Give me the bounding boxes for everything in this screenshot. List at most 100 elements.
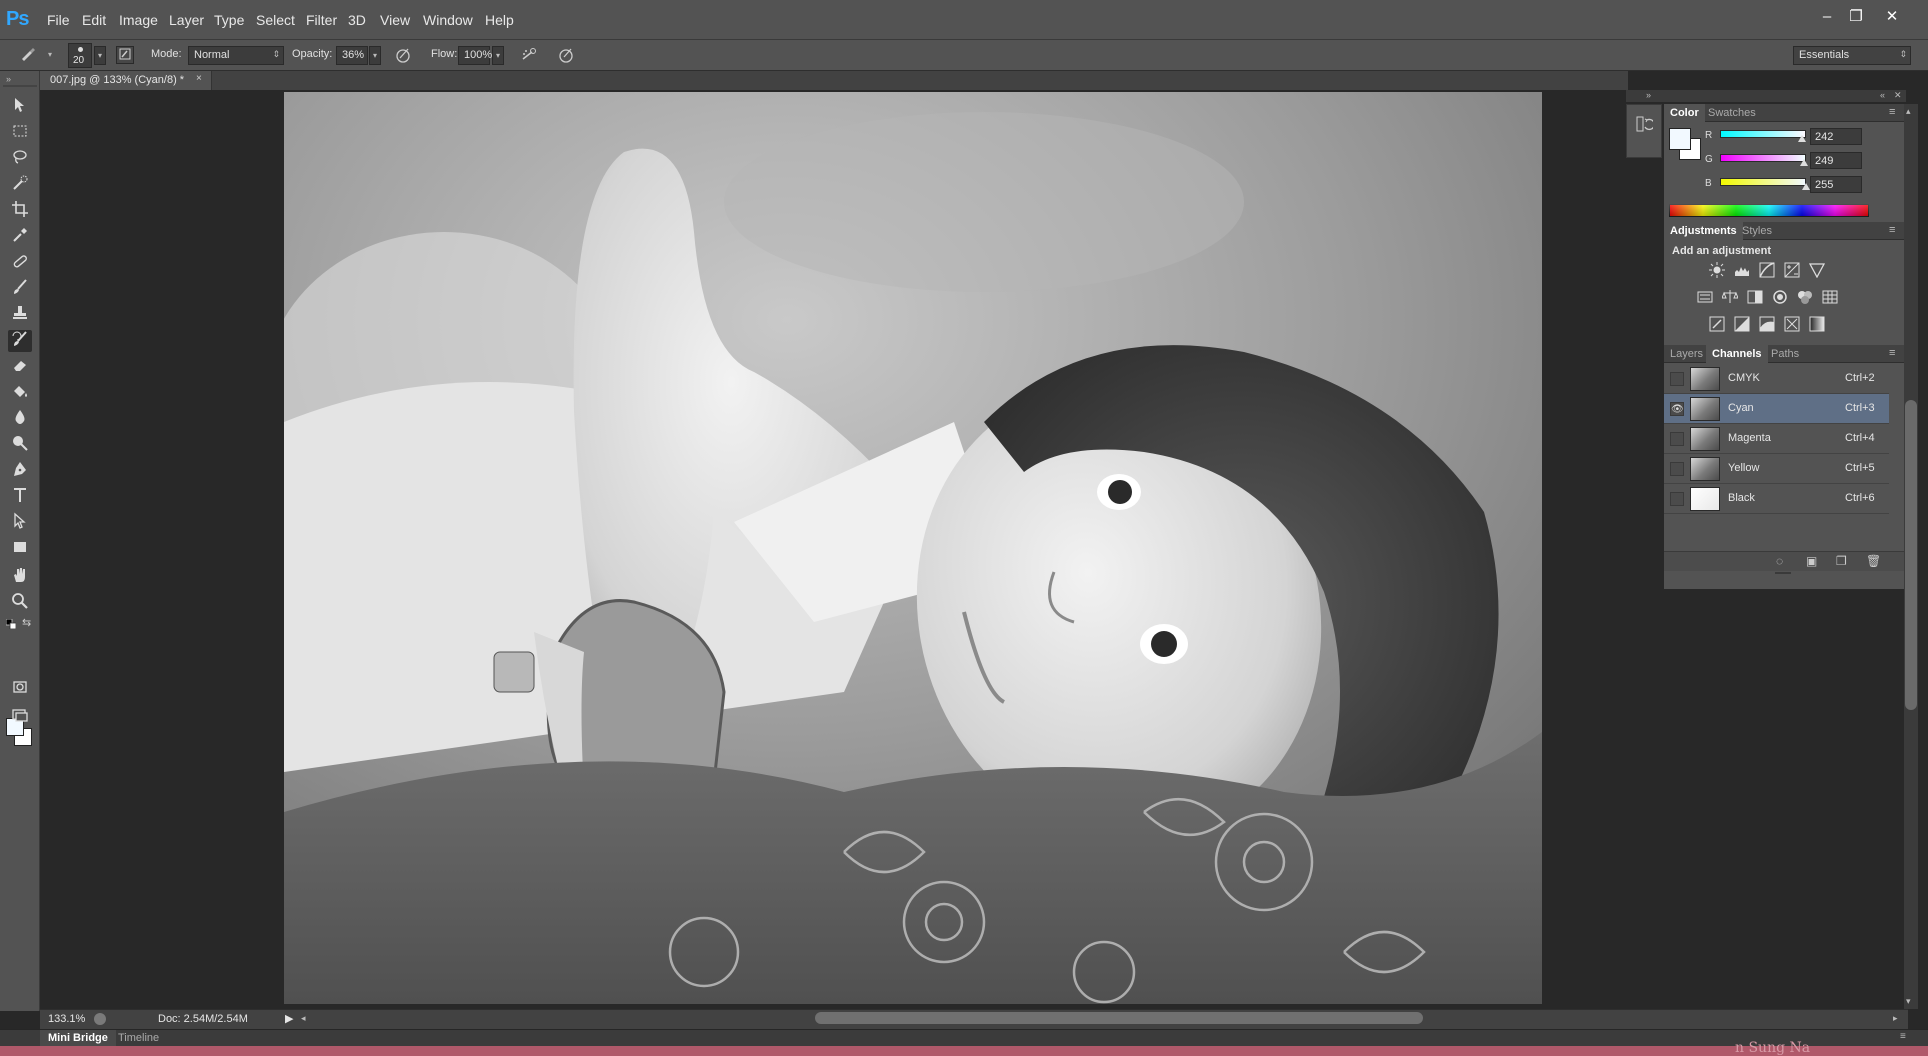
- visibility-eye-icon[interactable]: [1670, 492, 1684, 506]
- minimize-button[interactable]: –: [1815, 6, 1839, 28]
- brush-tool-icon[interactable]: [8, 278, 32, 300]
- exposure-icon[interactable]: [1781, 262, 1803, 282]
- menu-select[interactable]: Select: [256, 12, 295, 28]
- scroll-down-arrow-icon[interactable]: ▾: [1906, 996, 1911, 1007]
- vertical-scrollbar-thumb[interactable]: [1905, 400, 1917, 710]
- delete-channel-icon[interactable]: 🗑: [1866, 554, 1881, 568]
- tab-color[interactable]: Color: [1664, 104, 1705, 122]
- toolbox-grip[interactable]: [3, 85, 37, 87]
- brush-picker[interactable]: 20: [68, 43, 92, 68]
- quick-mask-icon[interactable]: [8, 678, 32, 700]
- mode-select[interactable]: Normal ⇕: [188, 46, 284, 65]
- tool-preset-dropdown-icon[interactable]: ▾: [44, 46, 56, 65]
- dock-collapse-icon[interactable]: »: [1646, 90, 1651, 100]
- type-tool-icon[interactable]: [8, 486, 32, 508]
- document-canvas[interactable]: [284, 92, 1542, 1004]
- pressure-size-icon[interactable]: [556, 46, 576, 66]
- red-value-field[interactable]: 242: [1810, 128, 1862, 145]
- screen-mode-icon[interactable]: [8, 706, 32, 728]
- blue-slider-handle[interactable]: [1802, 183, 1810, 190]
- color-balance-icon[interactable]: [1719, 289, 1741, 309]
- tab-channels[interactable]: Channels: [1706, 345, 1768, 363]
- scroll-up-arrow-icon[interactable]: ▴: [1906, 106, 1911, 117]
- marquee-tool-icon[interactable]: [8, 122, 32, 144]
- history-brush-tool-icon[interactable]: [8, 330, 32, 352]
- tab-timeline[interactable]: Timeline: [118, 1032, 159, 1044]
- color-lookup-icon[interactable]: [1819, 289, 1841, 309]
- vibrance-icon[interactable]: [1806, 262, 1828, 282]
- visibility-eye-icon[interactable]: [1670, 372, 1684, 386]
- menu-filter[interactable]: Filter: [306, 12, 337, 28]
- tab-styles[interactable]: Styles: [1736, 222, 1778, 240]
- document-tab[interactable]: 007.jpg @ 133% (Cyan/8) *: [40, 71, 212, 90]
- tab-paths[interactable]: Paths: [1765, 345, 1805, 363]
- eraser-tool-icon[interactable]: [8, 356, 32, 378]
- photo-filter-icon[interactable]: [1769, 289, 1791, 309]
- tab-swatches[interactable]: Swatches: [1702, 104, 1762, 122]
- rectangle-tool-icon[interactable]: [8, 538, 32, 560]
- lasso-tool-icon[interactable]: [8, 148, 32, 170]
- menu-window[interactable]: Window: [423, 12, 473, 28]
- hue-saturation-icon[interactable]: [1694, 289, 1716, 309]
- path-selection-tool-icon[interactable]: [8, 512, 32, 534]
- menu-view[interactable]: View: [380, 12, 410, 28]
- red-slider-handle[interactable]: [1797, 135, 1806, 142]
- eyedropper-tool-icon[interactable]: [8, 226, 32, 248]
- workspace-switcher[interactable]: Essentials ⇕: [1793, 46, 1911, 65]
- visibility-eye-icon[interactable]: 👁: [1670, 402, 1684, 416]
- channel-row-black[interactable]: Black Ctrl+6: [1664, 484, 1889, 514]
- dock-expand-icon[interactable]: «: [1880, 90, 1885, 100]
- opacity-dropdown-icon[interactable]: ▾: [369, 46, 381, 65]
- menu-layer[interactable]: Layer: [169, 12, 204, 28]
- toolbox-collapse-icon[interactable]: »: [6, 74, 11, 84]
- red-slider[interactable]: [1720, 130, 1806, 138]
- tab-layers[interactable]: Layers: [1664, 345, 1709, 363]
- horizontal-scrollbar-thumb[interactable]: [815, 1012, 1423, 1024]
- brush-picker-arrow-icon[interactable]: ▾: [94, 46, 106, 65]
- pressure-opacity-icon[interactable]: [393, 46, 413, 66]
- hand-tool-icon[interactable]: [8, 566, 32, 588]
- clone-stamp-tool-icon[interactable]: [8, 304, 32, 326]
- green-value-field[interactable]: 249: [1810, 152, 1862, 169]
- zoom-level[interactable]: 133.1%: [48, 1013, 85, 1025]
- quick-selection-tool-icon[interactable]: [8, 174, 32, 196]
- channel-row-yellow[interactable]: Yellow Ctrl+5: [1664, 454, 1889, 484]
- gradient-map-icon[interactable]: [1806, 316, 1828, 336]
- status-menu-arrow-icon[interactable]: ▶: [285, 1012, 293, 1025]
- tab-mini-bridge[interactable]: Mini Bridge: [40, 1030, 116, 1046]
- tab-adjustments[interactable]: Adjustments: [1664, 222, 1743, 240]
- menu-image[interactable]: Image: [119, 12, 158, 28]
- scroll-right-arrow-icon[interactable]: ▸: [1893, 1013, 1898, 1024]
- load-channel-as-selection-icon[interactable]: ◌: [1776, 554, 1783, 568]
- black-white-icon[interactable]: [1744, 289, 1766, 309]
- green-slider-handle[interactable]: [1799, 159, 1808, 166]
- channel-row-cmyk[interactable]: CMYK Ctrl+2: [1664, 364, 1889, 394]
- document-close-icon[interactable]: ×: [196, 73, 202, 84]
- move-tool-icon[interactable]: [8, 96, 32, 118]
- green-slider[interactable]: [1720, 154, 1806, 162]
- channel-row-magenta[interactable]: Magenta Ctrl+4: [1664, 424, 1889, 454]
- history-brush-preset-icon[interactable]: [18, 46, 38, 66]
- brush-panel-toggle-icon[interactable]: [116, 46, 134, 64]
- channel-row-cyan[interactable]: 👁 Cyan Ctrl+3: [1664, 394, 1889, 424]
- menu-file[interactable]: File: [47, 12, 70, 28]
- channels-panel-menu-icon[interactable]: ≡: [1889, 347, 1895, 359]
- new-channel-icon[interactable]: ❐: [1836, 554, 1847, 568]
- dock-close-icon[interactable]: ✕: [1894, 90, 1902, 101]
- airbrush-icon[interactable]: [519, 46, 539, 66]
- selective-color-icon[interactable]: [1781, 316, 1803, 336]
- crop-tool-icon[interactable]: [8, 200, 32, 222]
- curves-icon[interactable]: [1756, 262, 1778, 282]
- blue-value-field[interactable]: 255: [1810, 176, 1862, 193]
- save-selection-as-channel-icon[interactable]: ▣: [1806, 554, 1817, 568]
- adjustments-panel-menu-icon[interactable]: ≡: [1889, 224, 1895, 236]
- healing-brush-tool-icon[interactable]: [8, 252, 32, 274]
- flow-dropdown-icon[interactable]: ▾: [492, 46, 504, 65]
- levels-icon[interactable]: [1731, 262, 1753, 282]
- blur-tool-icon[interactable]: [8, 408, 32, 430]
- menu-help[interactable]: Help: [485, 12, 514, 28]
- swap-colors-icon[interactable]: ⇆: [22, 616, 31, 629]
- bottom-panel-menu-icon[interactable]: ≡: [1900, 1031, 1906, 1042]
- pen-tool-icon[interactable]: [8, 460, 32, 482]
- menu-edit[interactable]: Edit: [82, 12, 106, 28]
